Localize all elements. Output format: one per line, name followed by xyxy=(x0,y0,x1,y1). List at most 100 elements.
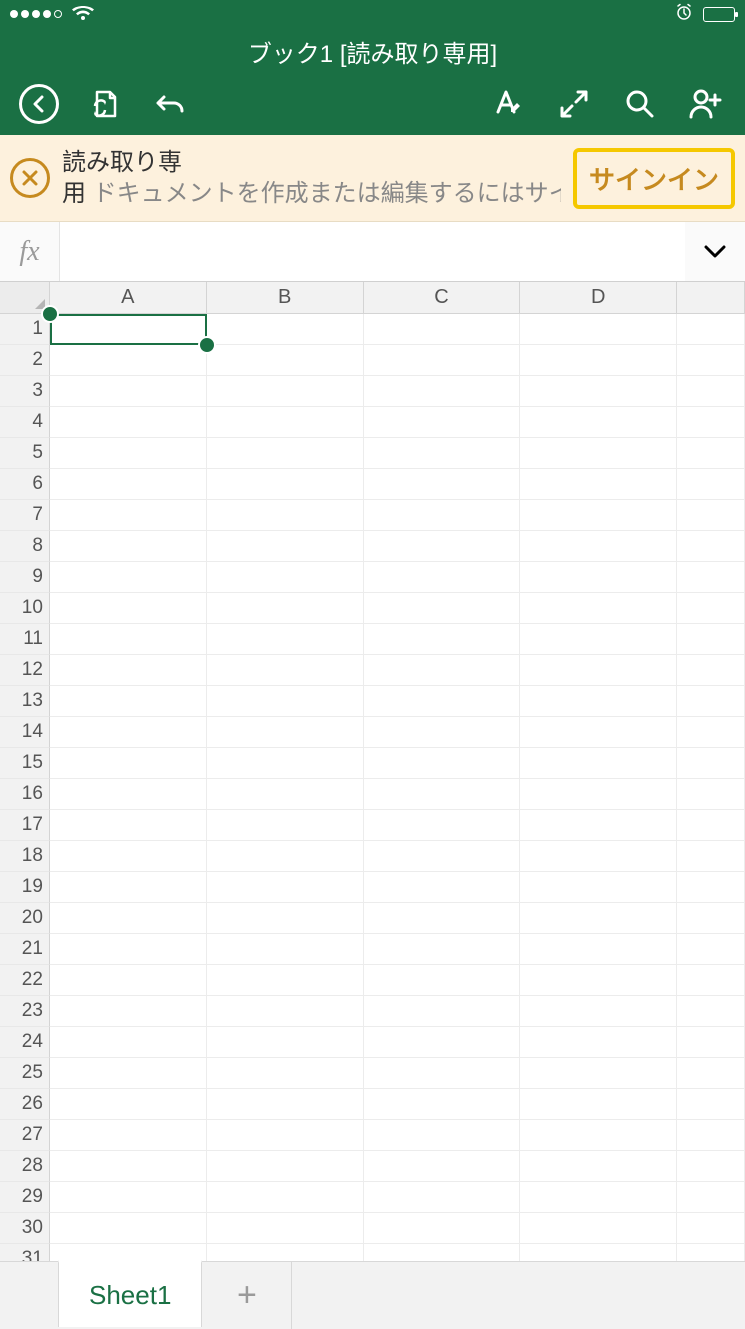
cell[interactable] xyxy=(677,562,745,593)
cell[interactable] xyxy=(207,841,364,872)
row-header[interactable]: 25 xyxy=(0,1058,50,1089)
cell[interactable] xyxy=(677,1058,745,1089)
cell[interactable] xyxy=(50,1027,207,1058)
cell[interactable] xyxy=(207,686,364,717)
cell[interactable] xyxy=(50,1120,207,1151)
cell[interactable] xyxy=(520,841,677,872)
cell[interactable] xyxy=(520,1182,677,1213)
row-header[interactable]: 9 xyxy=(0,562,50,593)
cell[interactable] xyxy=(207,531,364,562)
cell[interactable] xyxy=(520,996,677,1027)
cell[interactable] xyxy=(50,1213,207,1244)
cell[interactable] xyxy=(50,686,207,717)
cell[interactable] xyxy=(207,562,364,593)
cell[interactable] xyxy=(677,314,745,345)
cell[interactable] xyxy=(364,686,521,717)
cell[interactable] xyxy=(50,965,207,996)
cell[interactable] xyxy=(207,903,364,934)
expand-formula-button[interactable] xyxy=(685,239,745,265)
row-header[interactable]: 24 xyxy=(0,1027,50,1058)
cell[interactable] xyxy=(364,438,521,469)
cell[interactable] xyxy=(50,1058,207,1089)
cell[interactable] xyxy=(207,624,364,655)
cell[interactable] xyxy=(364,903,521,934)
cell[interactable] xyxy=(207,1151,364,1182)
cell[interactable] xyxy=(677,965,745,996)
row-header[interactable]: 17 xyxy=(0,810,50,841)
cell[interactable] xyxy=(364,779,521,810)
cell[interactable] xyxy=(520,965,677,996)
cell[interactable] xyxy=(364,624,521,655)
cell[interactable] xyxy=(50,748,207,779)
cell[interactable] xyxy=(364,469,521,500)
column-header[interactable]: D xyxy=(520,282,677,313)
cell[interactable] xyxy=(677,655,745,686)
cell[interactable] xyxy=(520,934,677,965)
cell[interactable] xyxy=(50,841,207,872)
fullscreen-button[interactable] xyxy=(541,73,607,135)
cell[interactable] xyxy=(207,314,364,345)
row-header[interactable]: 8 xyxy=(0,531,50,562)
cell[interactable] xyxy=(207,438,364,469)
cell[interactable] xyxy=(520,376,677,407)
cell[interactable] xyxy=(364,500,521,531)
cell[interactable] xyxy=(207,1120,364,1151)
cell[interactable] xyxy=(520,500,677,531)
back-button[interactable] xyxy=(6,73,72,135)
row-header[interactable]: 28 xyxy=(0,1151,50,1182)
cell[interactable] xyxy=(364,314,521,345)
cell[interactable] xyxy=(364,407,521,438)
row-header[interactable]: 19 xyxy=(0,872,50,903)
column-header[interactable]: B xyxy=(207,282,364,313)
cell[interactable] xyxy=(50,996,207,1027)
cell[interactable] xyxy=(677,407,745,438)
cell[interactable] xyxy=(520,593,677,624)
cell[interactable] xyxy=(207,500,364,531)
cell[interactable] xyxy=(364,1027,521,1058)
cell[interactable] xyxy=(364,376,521,407)
cell[interactable] xyxy=(207,1213,364,1244)
cell[interactable] xyxy=(677,686,745,717)
cell[interactable] xyxy=(364,655,521,686)
cell[interactable] xyxy=(364,1089,521,1120)
row-header[interactable]: 16 xyxy=(0,779,50,810)
cell[interactable] xyxy=(677,1151,745,1182)
cell[interactable] xyxy=(207,872,364,903)
cell[interactable] xyxy=(207,407,364,438)
cell[interactable] xyxy=(677,1027,745,1058)
cell[interactable] xyxy=(50,500,207,531)
column-header[interactable]: A xyxy=(50,282,207,313)
row-header[interactable]: 30 xyxy=(0,1213,50,1244)
cell[interactable] xyxy=(520,314,677,345)
cell[interactable] xyxy=(207,376,364,407)
cell[interactable] xyxy=(207,1089,364,1120)
cell[interactable] xyxy=(207,1058,364,1089)
cell[interactable] xyxy=(50,562,207,593)
column-header[interactable] xyxy=(677,282,745,313)
row-header[interactable]: 20 xyxy=(0,903,50,934)
undo-button[interactable] xyxy=(138,73,204,135)
cell[interactable] xyxy=(520,686,677,717)
cell[interactable] xyxy=(677,934,745,965)
cell[interactable] xyxy=(207,1027,364,1058)
cell[interactable] xyxy=(677,872,745,903)
cell[interactable] xyxy=(520,1213,677,1244)
cell[interactable] xyxy=(520,469,677,500)
cell[interactable] xyxy=(50,1182,207,1213)
cell[interactable] xyxy=(520,1151,677,1182)
spreadsheet-grid[interactable]: A B C D 12345678910111213141516171819202… xyxy=(0,282,745,1275)
cell[interactable] xyxy=(364,1120,521,1151)
cell[interactable] xyxy=(520,748,677,779)
cell[interactable] xyxy=(364,748,521,779)
cell[interactable] xyxy=(677,1120,745,1151)
cell[interactable] xyxy=(207,934,364,965)
cell[interactable] xyxy=(207,996,364,1027)
row-header[interactable]: 3 xyxy=(0,376,50,407)
cell[interactable] xyxy=(677,996,745,1027)
row-header[interactable]: 11 xyxy=(0,624,50,655)
cell[interactable] xyxy=(207,593,364,624)
cell[interactable] xyxy=(520,779,677,810)
cell[interactable] xyxy=(520,531,677,562)
cell[interactable] xyxy=(364,717,521,748)
cell[interactable] xyxy=(677,841,745,872)
